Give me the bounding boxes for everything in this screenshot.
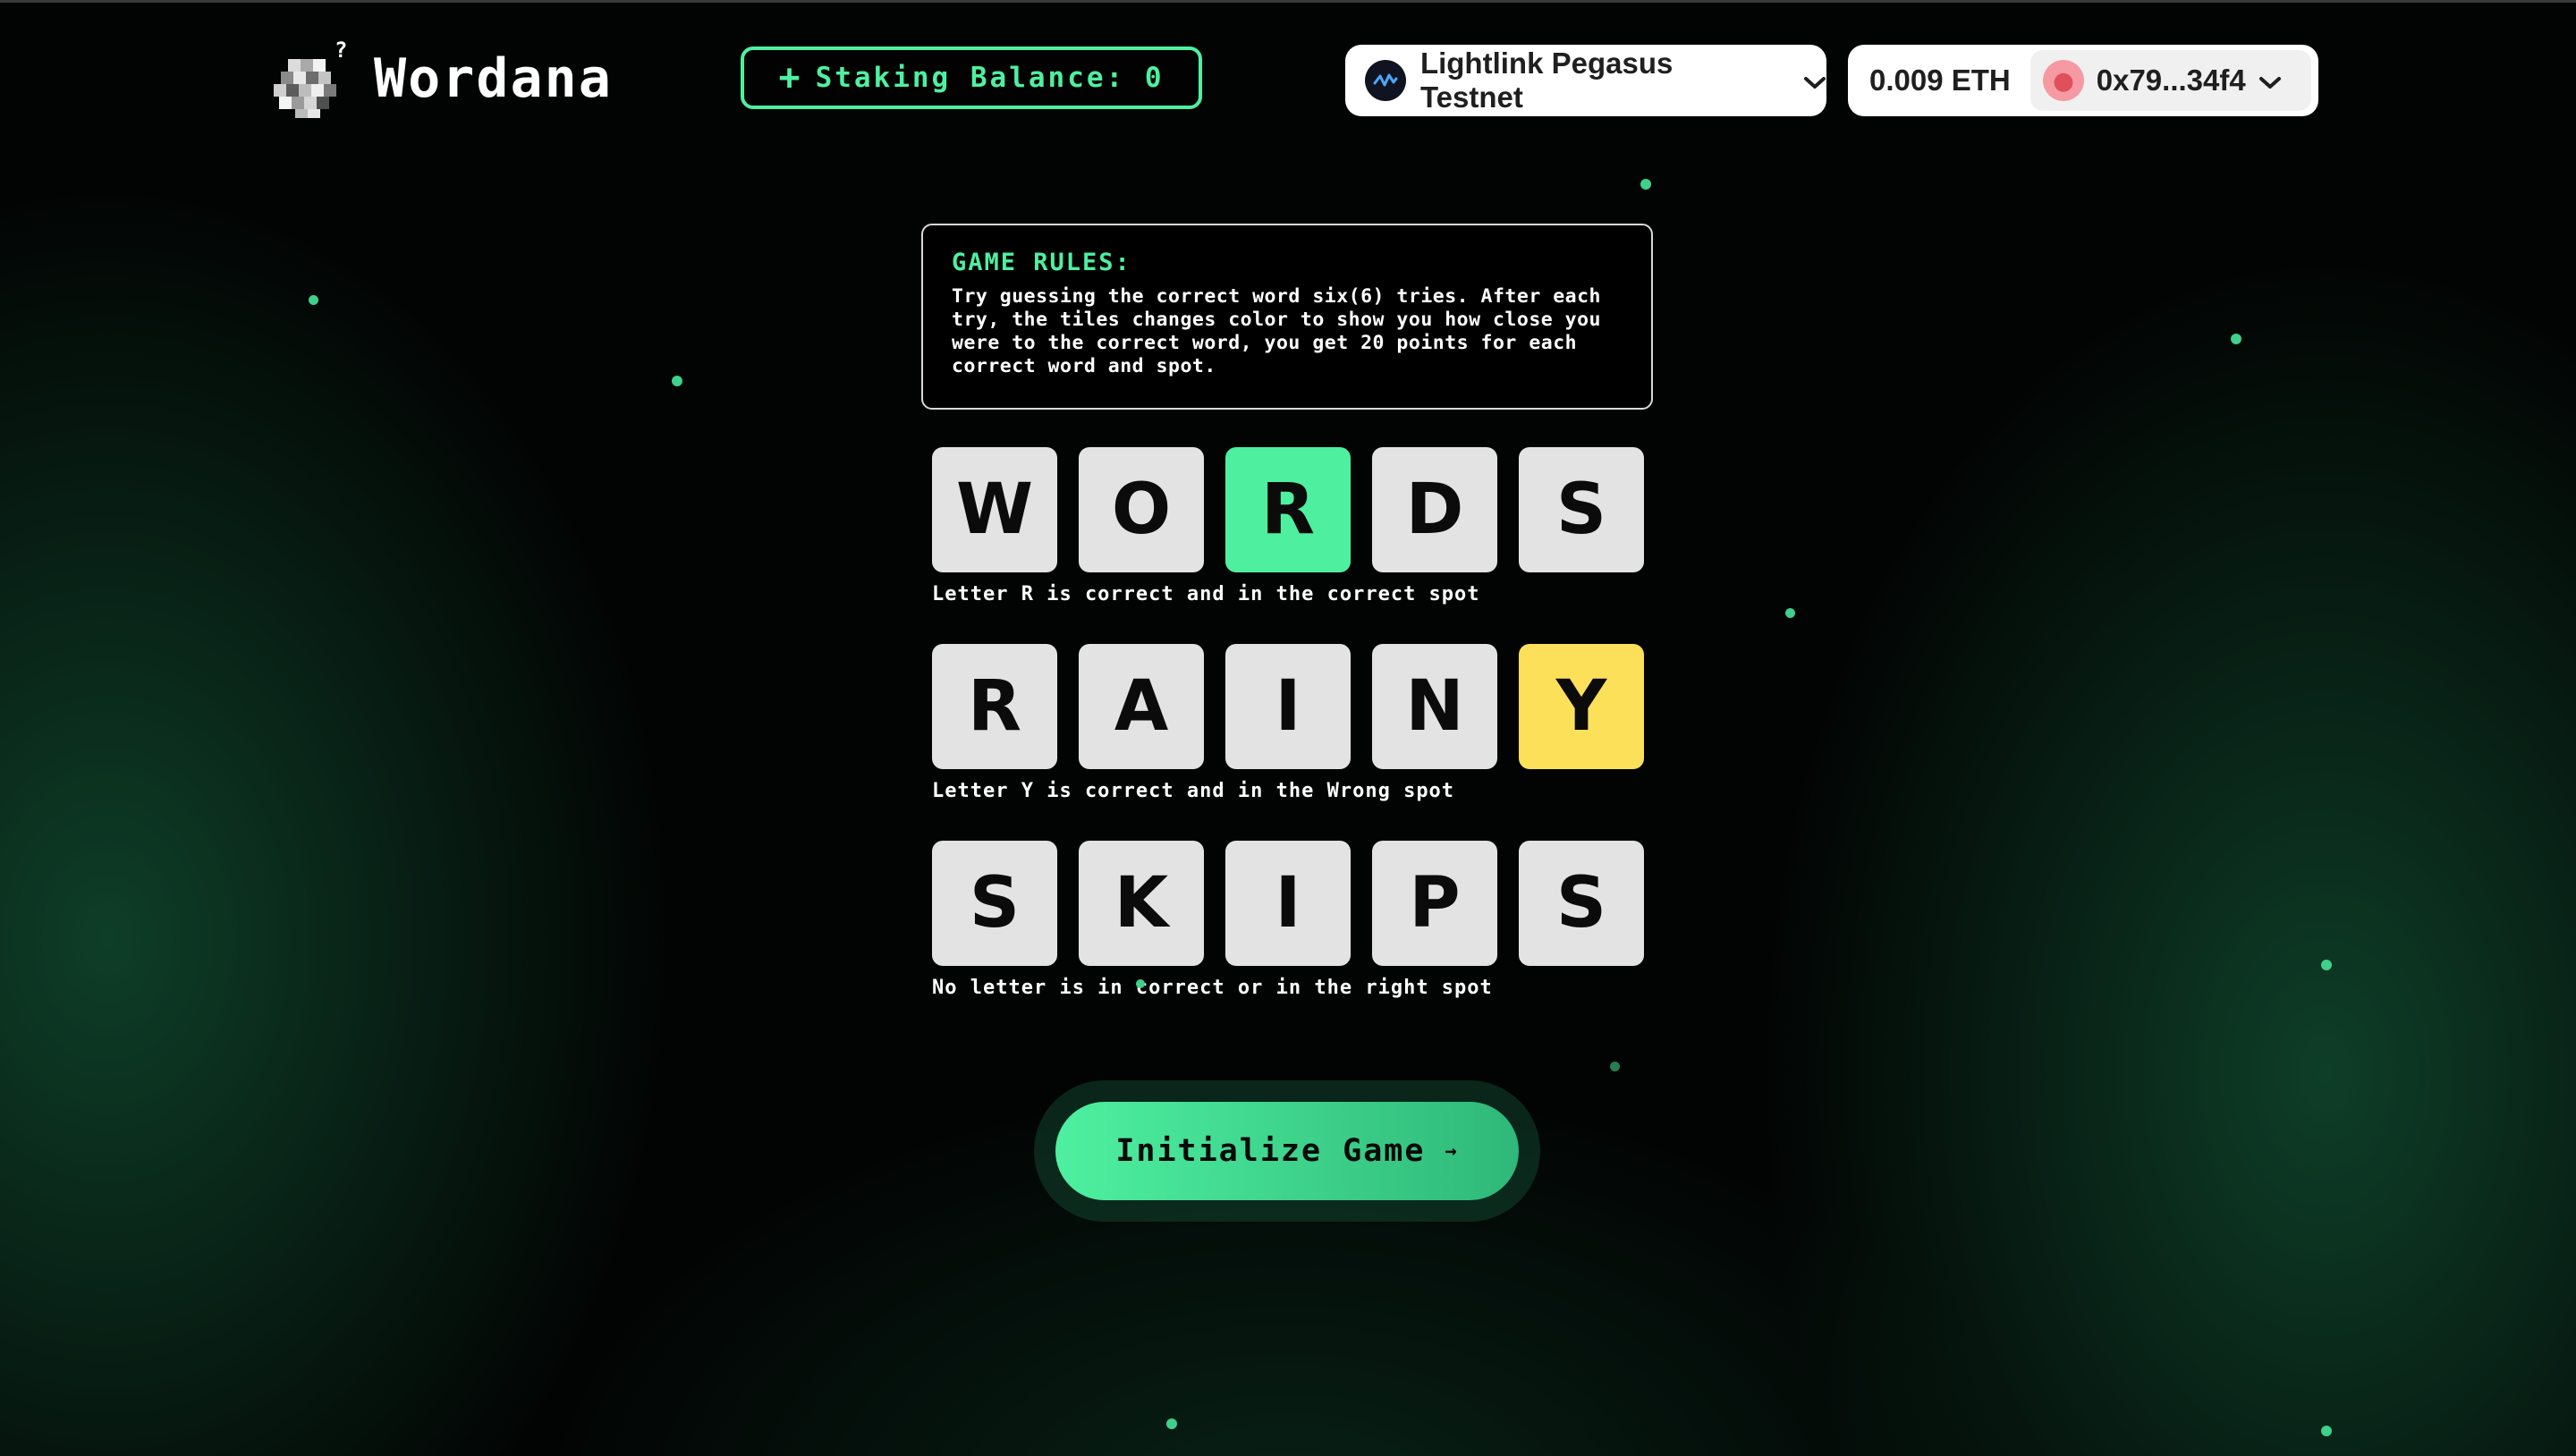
initialize-game-label: Initialize Game (1115, 1133, 1426, 1169)
example-caption-3: No letter is in correct or in the right … (932, 977, 1493, 999)
initialize-game-button[interactable]: Initialize Game → (1055, 1102, 1519, 1200)
particle-dot (1136, 979, 1145, 988)
chevron-down-icon (2258, 63, 2282, 97)
example-row-2: R A I N Y (932, 644, 1644, 769)
game-rules-panel: GAME RULES: Try guessing the correct wor… (921, 224, 1653, 410)
particle-dot (2321, 1426, 2332, 1436)
top-border (0, 0, 2576, 3)
letter-tile: P (1372, 841, 1497, 966)
account-wallet-button[interactable]: 0.009 ETH 0x79...34f4 (1848, 45, 2318, 116)
eth-balance: 0.009 ETH (1869, 63, 2011, 97)
example-caption-2: Letter Y is correct and in the Wrong spo… (932, 780, 1455, 802)
letter-tile: N (1372, 644, 1497, 769)
arrow-right-icon: → (1445, 1139, 1459, 1163)
initialize-game-halo: Initialize Game → (1034, 1080, 1540, 1222)
letter-tile: I (1225, 644, 1351, 769)
game-rules-title: GAME RULES: (952, 249, 1131, 276)
plus-icon: + (778, 57, 803, 98)
account-avatar-icon (2042, 60, 2084, 101)
particle-dot (1610, 1062, 1620, 1071)
letter-tile-present: Y (1519, 644, 1644, 769)
account-address: 0x79...34f4 (2096, 63, 2246, 97)
brand-name: Wordana (374, 47, 613, 110)
chevron-down-icon (1803, 63, 1826, 97)
particle-dot (2321, 960, 2332, 970)
letter-tile: I (1225, 841, 1351, 966)
network-name: Lightlink Pegasus Testnet (1419, 47, 1674, 114)
particle-dot (309, 295, 318, 305)
letter-tile: S (1519, 841, 1644, 966)
staking-balance-button[interactable]: + Staking Balance: 0 (741, 47, 1202, 109)
letter-tile: S (1519, 447, 1644, 572)
letter-tile: S (932, 841, 1057, 966)
account-address-button[interactable]: 0x79...34f4 (2029, 50, 2311, 111)
game-rules-text: Try guessing the correct word six(6) tri… (952, 285, 1601, 377)
example-row-3: S K I P S (932, 841, 1644, 966)
particle-dot (1640, 179, 1651, 190)
letter-tile: A (1079, 644, 1204, 769)
lightlink-network-icon (1365, 60, 1406, 101)
svg-text:?: ? (335, 38, 347, 63)
particle-dot (1785, 608, 1795, 618)
staking-balance-label: Staking Balance: 0 (815, 62, 1165, 94)
network-selector-button[interactable]: Lightlink Pegasus Testnet (1345, 45, 1826, 116)
example-caption-1: Letter R is correct and in the correct s… (932, 583, 1480, 605)
particle-dot (1166, 1418, 1177, 1429)
brand-logo[interactable]: ? Wordana (268, 34, 613, 123)
example-row-1: W O R D S (932, 447, 1644, 572)
particle-dot (672, 376, 682, 386)
letter-tile: K (1079, 841, 1204, 966)
letter-tile: D (1372, 447, 1497, 572)
letter-tile-correct: R (1225, 447, 1351, 572)
letter-tile: W (932, 447, 1057, 572)
particle-dot (2231, 334, 2241, 344)
letter-tile: R (932, 644, 1057, 769)
letter-tile: O (1079, 447, 1204, 572)
pixel-cube-logo-icon: ? (268, 38, 354, 120)
